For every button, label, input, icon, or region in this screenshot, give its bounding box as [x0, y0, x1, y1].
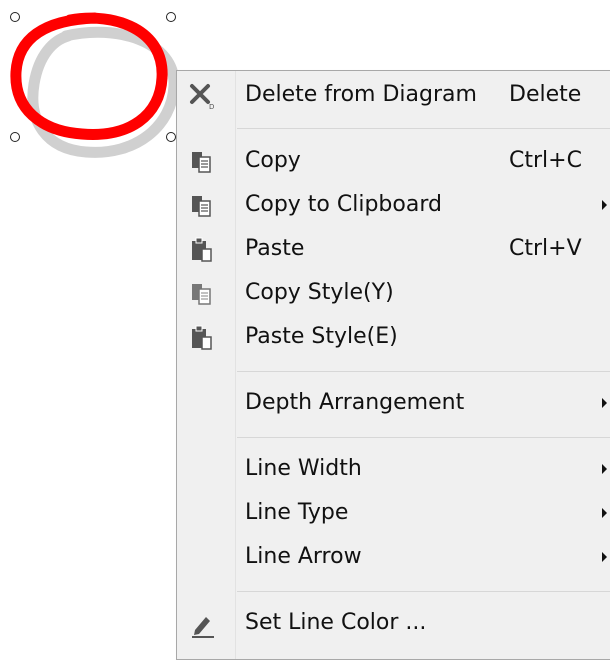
- selection-handle-top-right[interactable]: [166, 12, 176, 22]
- menu-item-copy[interactable]: Copy Ctrl+C: [177, 139, 610, 183]
- menu-item-line-width[interactable]: Line Width: [177, 447, 610, 491]
- menu-item-copy-to-clipboard[interactable]: Copy to Clipboard: [177, 183, 610, 227]
- menu-separator: [237, 437, 610, 438]
- menu-item-label: Paste: [245, 236, 305, 261]
- menu-item-line-arrow[interactable]: Line Arrow: [177, 535, 610, 579]
- menu-item-copy-style[interactable]: Copy Style(Y): [177, 271, 610, 315]
- menu-item-paste[interactable]: Paste Ctrl+V: [177, 227, 610, 271]
- menu-item-label: Line Width: [245, 456, 362, 481]
- menu-item-label: Copy Style(Y): [245, 280, 394, 305]
- menu-item-paste-style[interactable]: Paste Style(E): [177, 315, 610, 359]
- paste-icon: [187, 235, 217, 265]
- menu-item-label: Copy: [245, 148, 301, 173]
- selection-handle-top-left[interactable]: [10, 12, 20, 22]
- selection-handle-bottom-right[interactable]: [166, 132, 176, 142]
- submenu-arrow-icon: [602, 552, 607, 562]
- menu-item-shortcut: Delete: [509, 82, 582, 107]
- delete-x-icon: D: [187, 81, 217, 111]
- menu-item-line-type[interactable]: Line Type: [177, 491, 610, 535]
- menu-separator: [237, 128, 610, 129]
- context-menu: D Delete from Diagram Delete Copy Ctrl+C: [176, 70, 610, 660]
- menu-separator: [237, 591, 610, 592]
- menu-item-label: Line Arrow: [245, 544, 362, 569]
- selection-handle-bottom-left[interactable]: [10, 132, 20, 142]
- copy-clipboard-icon: [187, 191, 217, 221]
- submenu-arrow-icon: [602, 464, 607, 474]
- pen-icon: [187, 609, 217, 639]
- menu-item-delete-from-diagram[interactable]: D Delete from Diagram Delete: [177, 73, 610, 117]
- menu-item-depth-arrangement[interactable]: Depth Arrangement: [177, 381, 610, 425]
- menu-item-shortcut: Ctrl+V: [509, 236, 582, 261]
- menu-item-label: Depth Arrangement: [245, 390, 465, 415]
- svg-text:D: D: [209, 103, 214, 111]
- menu-item-label: Delete from Diagram: [245, 82, 477, 107]
- menu-item-set-line-color[interactable]: Set Line Color ...: [177, 601, 610, 645]
- paste-style-icon: [187, 323, 217, 353]
- menu-item-shortcut: Ctrl+C: [509, 148, 582, 173]
- menu-item-label: Set Line Color ...: [245, 610, 427, 635]
- menu-item-label: Line Type: [245, 500, 349, 525]
- menu-separator: [237, 371, 610, 372]
- menu-item-label: Copy to Clipboard: [245, 192, 442, 217]
- submenu-arrow-icon: [602, 398, 607, 408]
- menu-item-label: Paste Style(E): [245, 324, 398, 349]
- submenu-arrow-icon: [602, 508, 607, 518]
- submenu-arrow-icon: [602, 200, 607, 210]
- copy-style-icon: [187, 279, 217, 309]
- copy-icon: [187, 147, 217, 177]
